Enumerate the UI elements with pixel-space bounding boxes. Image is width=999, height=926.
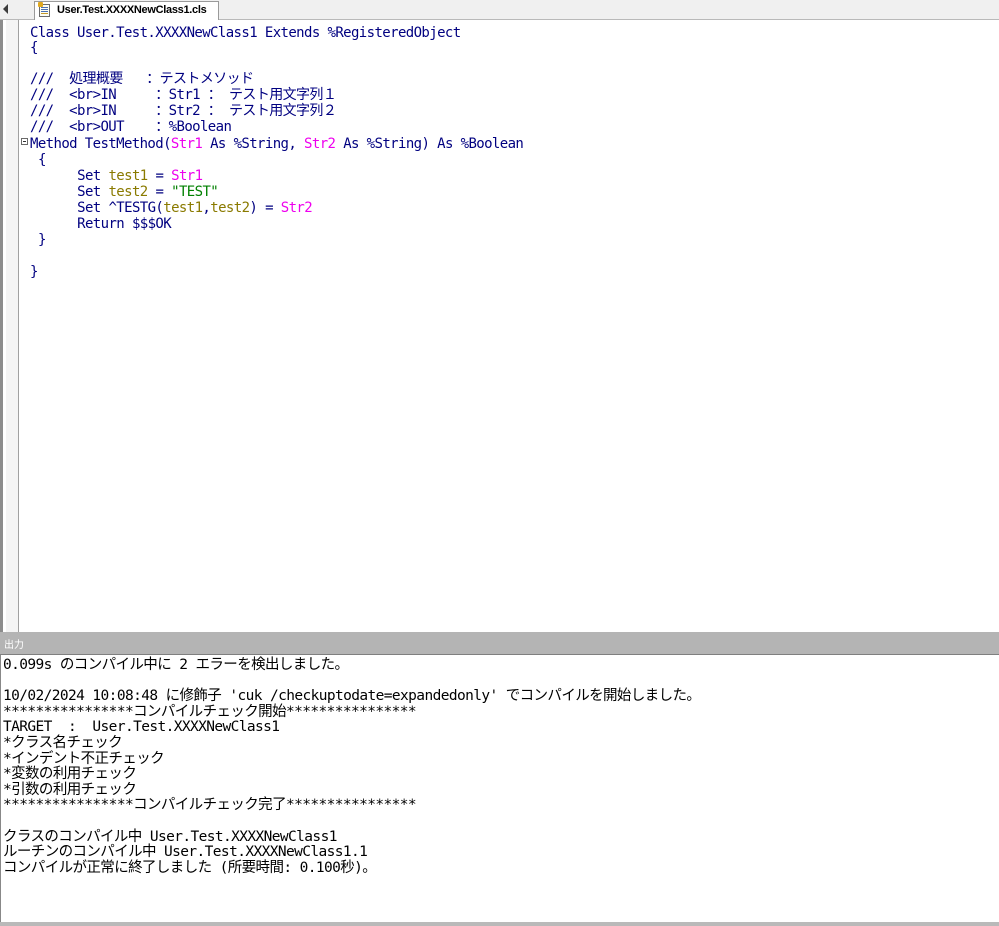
class-file-icon — [38, 2, 50, 17]
code-token: } — [38, 232, 46, 248]
output-line: ****************コンパイルチェック開始*************… — [3, 703, 417, 720]
tab-scroll-left-icon[interactable] — [3, 4, 8, 14]
code-token: As %String) As %Boolean — [335, 136, 524, 152]
output-line: *変数の利用チェック — [3, 766, 137, 783]
code-token: = — [147, 184, 172, 200]
fold-collapse-icon[interactable] — [21, 138, 28, 145]
code-token: = — [147, 168, 172, 184]
output-pane[interactable]: 0.099s のコンパイル中に 2 エラーを検出しました。 10/02/2024 … — [0, 654, 999, 922]
code-line: Set test1 = Str1 — [38, 168, 203, 184]
code-token: { — [38, 152, 46, 168]
output-line: 10/02/2024 10:08:48 に修飾子 'cuk /checkupto… — [3, 688, 701, 705]
code-line: Set test2 = "TEST" — [38, 184, 219, 200]
code-token: { — [30, 40, 38, 56]
code-token: test1 — [108, 168, 148, 184]
code-line: Class User.Test.XXXXNewClass1 Extends %R… — [30, 25, 461, 41]
code-line: Method TestMethod(Str1 As %String, Str2 … — [30, 136, 524, 152]
output-line: *引数の利用チェック — [3, 781, 137, 798]
code-token: Set — [38, 184, 109, 200]
tab-user-test-xxxxnewclass1[interactable]: User.Test.XXXXNewClass1.cls — [34, 1, 219, 20]
code-token: Method TestMethod( — [30, 136, 172, 152]
code-line: Return $$$OK — [38, 216, 172, 232]
code-token: ) = — [249, 200, 281, 216]
code-line: /// 処理概要 ：テストメソッド — [30, 71, 254, 87]
code-line: } — [38, 232, 46, 248]
output-line: TARGET : User.Test.XXXXNewClass1 — [3, 719, 280, 736]
code-token: "TEST" — [171, 184, 219, 200]
code-line: /// <br>IN ：Str1 ： テスト用文字列１ — [30, 87, 337, 103]
output-line: *インデント不正チェック — [3, 750, 165, 767]
code-token: /// 処理概要 ：テストメソッド — [30, 71, 254, 87]
editor-tab-strip: User.Test.XXXXNewClass1.cls — [0, 0, 999, 20]
output-line: ルーチンのコンパイル中 User.Test.XXXXNewClass1.1 — [3, 844, 368, 861]
code-editor[interactable]: Class User.Test.XXXXNewClass1 Extends %R… — [0, 20, 999, 632]
output-line: クラスのコンパイル中 User.Test.XXXXNewClass1 — [3, 828, 337, 845]
tab-label: User.Test.XXXXNewClass1.cls — [57, 4, 207, 16]
code-line: Set ^TESTG(test1,test2) = Str2 — [38, 200, 313, 216]
code-token: Class User.Test.XXXXNewClass1 Extends %R… — [30, 25, 461, 41]
code-token: } — [30, 264, 38, 280]
code-token: Str1 — [171, 168, 203, 184]
code-token: /// <br>OUT ：%Boolean — [30, 119, 232, 135]
status-strip — [0, 922, 999, 926]
code-token: Set — [38, 168, 109, 184]
code-token: Return $$$OK — [38, 216, 172, 232]
code-token: Str1 — [170, 136, 203, 152]
code-token: test1 — [163, 200, 203, 216]
output-line: 0.099s のコンパイル中に 2 エラーを検出しました。 — [3, 657, 349, 673]
code-token: /// <br>IN ：Str2 ： テスト用文字列２ — [30, 103, 337, 119]
output-line: *クラス名チェック — [3, 735, 123, 751]
output-pane-title: 出力 — [4, 640, 24, 651]
code-token: As %String, — [202, 136, 305, 152]
code-token: Str2 — [280, 200, 313, 216]
editor-gutter — [6, 20, 19, 632]
code-token: Set ^TESTG( — [38, 200, 164, 216]
code-line: { — [30, 40, 38, 56]
output-line: ****************コンパイルチェック完了*************… — [3, 797, 417, 814]
code-line: /// <br>IN ：Str2 ： テスト用文字列２ — [30, 103, 337, 119]
code-token: /// <br>IN ：Str1 ： テスト用文字列１ — [30, 87, 337, 103]
code-line: /// <br>OUT ：%Boolean — [30, 119, 232, 135]
code-line: } — [30, 264, 38, 280]
output-pane-header: 出力 — [0, 632, 999, 654]
output-line: コンパイルが正常に終了しました (所要時間: 0.100秒)。 — [3, 859, 377, 876]
code-line: { — [38, 152, 46, 168]
code-token: Str2 — [304, 136, 336, 152]
code-token: test2 — [210, 200, 250, 216]
code-token: test2 — [108, 184, 148, 200]
